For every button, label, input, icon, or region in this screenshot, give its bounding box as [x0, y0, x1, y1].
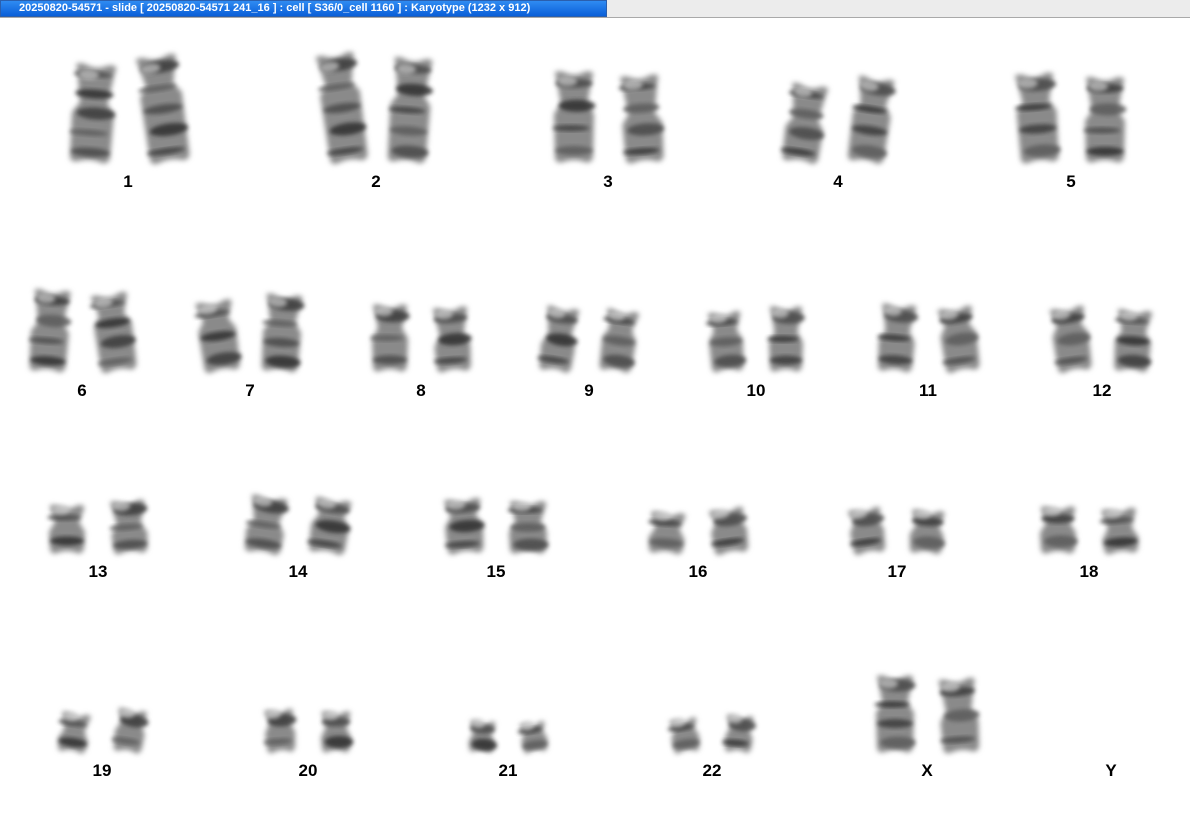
chromosome-pair: 6	[27, 289, 140, 400]
chromosome[interactable]	[536, 305, 582, 374]
chromosome[interactable]	[646, 510, 687, 555]
chromosome[interactable]	[47, 504, 85, 554]
chromosome-pair: 22	[666, 713, 757, 780]
karyotype-row: 1 2 3 4 5	[67, 51, 1127, 191]
chromosome-label: 21	[499, 761, 518, 780]
chromosome[interactable]	[596, 308, 642, 374]
karyotype-row: 13 14 15 16 17 18	[47, 494, 1139, 581]
chromosome-label: Y	[1105, 761, 1117, 780]
chromosome-label: 4	[833, 172, 843, 191]
chromosome-label: 17	[888, 562, 907, 581]
chromosome-label: 7	[245, 381, 254, 400]
chromosome[interactable]	[88, 291, 140, 374]
chromosome[interactable]	[706, 505, 752, 556]
chromosome[interactable]	[1040, 506, 1078, 554]
chromosome-label: 2	[371, 172, 380, 191]
chromosome-pair: 4	[779, 75, 898, 191]
chromosome[interactable]	[1012, 72, 1061, 164]
karyotype-row: 19 20 21 22 X Y	[54, 675, 1117, 780]
chromosome[interactable]	[321, 710, 354, 753]
chromosome[interactable]	[306, 496, 354, 556]
chromosome-pair: 11	[875, 303, 983, 400]
chromosome-label: 20	[299, 761, 318, 780]
chromosome[interactable]	[385, 57, 435, 164]
chromosome[interactable]	[935, 305, 983, 374]
chromosome[interactable]	[1111, 309, 1155, 373]
chromosome[interactable]	[767, 306, 805, 372]
chromosome[interactable]	[468, 718, 499, 754]
chromosome[interactable]	[442, 498, 487, 555]
chromosome-label: 22	[703, 761, 722, 780]
chromosome[interactable]	[67, 63, 118, 164]
chromosome[interactable]	[430, 306, 474, 373]
chromosome[interactable]	[1099, 507, 1140, 555]
chromosome[interactable]	[193, 298, 244, 374]
chromosome-pair: 8	[370, 304, 474, 400]
chromosome[interactable]	[516, 718, 549, 754]
chromosome-label: 10	[747, 381, 766, 400]
chromosome-label: 13	[89, 562, 108, 581]
chromosome[interactable]	[874, 675, 916, 753]
chromosome[interactable]	[27, 289, 74, 373]
chromosome[interactable]	[259, 293, 306, 373]
chromosome[interactable]	[110, 706, 150, 754]
chromosome[interactable]	[705, 311, 747, 373]
chromosome[interactable]	[370, 304, 410, 372]
chromosome-pair: 14	[242, 494, 354, 581]
chromosome[interactable]	[107, 499, 150, 555]
chromosome-label: 5	[1066, 172, 1075, 191]
chromosome[interactable]	[936, 677, 982, 754]
chromosome-pair: 13	[47, 499, 150, 581]
chromosome-pair: 1	[67, 53, 192, 191]
chromosome-pair: 2	[313, 51, 435, 191]
chromosome-label: 6	[77, 381, 86, 400]
chromosome-label: 14	[289, 562, 308, 581]
chromosome-pair: 10	[705, 306, 805, 400]
chromosome[interactable]	[313, 51, 371, 165]
chromosome[interactable]	[54, 710, 92, 755]
chromosome-pair: 21	[468, 718, 549, 780]
chromosome[interactable]	[552, 71, 596, 163]
chromosome-label: 12	[1093, 381, 1112, 400]
chromosome-label: 11	[919, 381, 937, 400]
chromosome-label: X	[921, 761, 933, 780]
chromosome-pair: 12	[1047, 305, 1155, 400]
chromosome[interactable]	[618, 74, 667, 164]
chromosome[interactable]	[845, 505, 889, 556]
chromosome-pair: Y	[1105, 761, 1117, 780]
chromosome[interactable]	[507, 501, 549, 554]
chromosome[interactable]	[133, 53, 192, 165]
chromosome[interactable]	[666, 715, 701, 755]
chromosome-label: 18	[1080, 562, 1099, 581]
chromosome-label: 16	[689, 562, 708, 581]
chromosome-pair: 7	[193, 293, 306, 400]
chromosome-label: 9	[584, 381, 593, 400]
chromosome-pair: 17	[845, 505, 948, 581]
chromosome-pair: 18	[1040, 506, 1140, 581]
chromosome-pair: 3	[552, 71, 667, 191]
chromosome-pair: 5	[1012, 72, 1127, 191]
chromosome-pair: X	[874, 675, 982, 780]
chromosome[interactable]	[779, 82, 831, 165]
chromosome-label: 19	[93, 761, 112, 780]
chromosome[interactable]	[875, 303, 919, 373]
chromosome-label: 15	[487, 562, 506, 581]
chromosome[interactable]	[1047, 305, 1095, 374]
chromosome-pair: 20	[261, 707, 354, 780]
chromosome-pair: 19	[54, 706, 150, 780]
chromosome-pair: 15	[442, 498, 549, 581]
chromosome[interactable]	[721, 713, 757, 754]
chromosome[interactable]	[1083, 77, 1127, 163]
chromosome-label: 8	[416, 381, 425, 400]
karyotype-row: 6 7 8 9 10 11 12	[27, 289, 1155, 400]
chromosome-pair: 16	[646, 505, 752, 581]
chromosome-pair: 9	[536, 305, 642, 400]
chromosome[interactable]	[845, 75, 898, 165]
chromosome-label: 3	[603, 172, 612, 191]
chromosome-label: 1	[123, 172, 132, 191]
karyogram-canvas: 1 2 3 4 56 7 8 9 10 11 1213 14 15 16 17 1819 20 21 22 X Y	[27, 51, 1155, 780]
chromosome[interactable]	[261, 707, 299, 754]
chromosome[interactable]	[909, 508, 948, 555]
chromosome[interactable]	[242, 494, 291, 556]
